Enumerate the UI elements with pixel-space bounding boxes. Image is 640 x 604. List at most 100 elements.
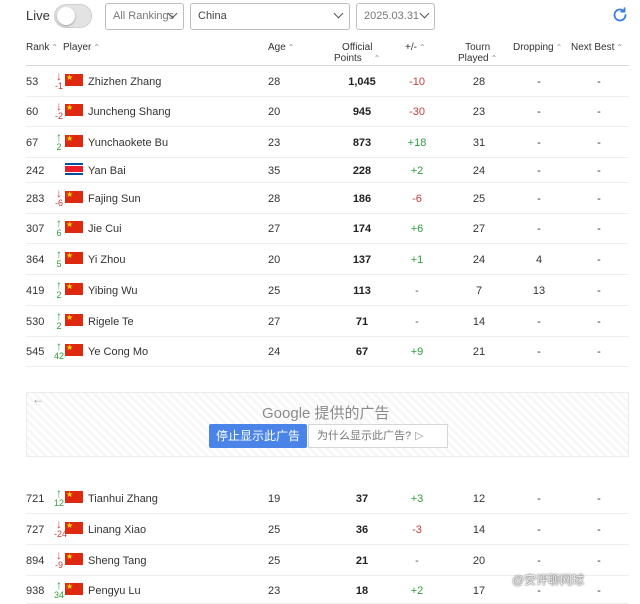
header-points-line2: Points [334, 53, 362, 64]
player-name[interactable]: Tianhui Zhang [88, 493, 158, 505]
player-name[interactable]: Yibing Wu [88, 285, 138, 297]
header-rank-label: Rank [26, 42, 50, 53]
rank-change: ↓ -24 [54, 518, 67, 539]
header-rank[interactable]: Rank ⌃ [26, 42, 58, 53]
player-name[interactable]: Jie Cui [88, 223, 122, 235]
age-value: 23 [268, 137, 281, 149]
rank-value: 727 [26, 524, 45, 536]
header-player[interactable]: Player ⌃ [63, 42, 100, 53]
filter-bar: Live All Rankings China 2025.03.31 [0, 0, 640, 34]
official-points: 21 [355, 555, 369, 567]
header-age[interactable]: Age ⌃ [268, 42, 295, 53]
tournaments-played: 24 [472, 254, 486, 266]
header-points-line1: Official [342, 42, 373, 53]
live-label: Live [26, 8, 50, 23]
table-row[interactable]: 60 ↓ -2 ★ Juncheng Shang 20 945 -30 23 - - [26, 97, 629, 127]
player-name[interactable]: Yunchaokete Bu [88, 137, 168, 149]
player-name[interactable]: Juncheng Shang [88, 106, 171, 118]
official-points: 186 [352, 193, 372, 205]
china-flag-icon: ★ [65, 191, 83, 203]
dropping-value: - [537, 76, 541, 88]
tournaments-played: 17 [472, 585, 486, 597]
tournaments-played: 20 [472, 555, 486, 567]
china-flag-icon: ★ [65, 583, 83, 595]
official-points: 1,045 [348, 76, 376, 88]
age-value: 35 [268, 165, 281, 177]
rank-value: 242 [26, 165, 45, 177]
tournaments-played: 21 [472, 346, 486, 358]
star-icon: ★ [66, 521, 74, 530]
rank-change: ↑ 2 [54, 131, 64, 152]
country-select[interactable]: China [190, 3, 350, 30]
points-delta: +18 [407, 137, 427, 149]
age-value: 25 [268, 524, 281, 536]
table-row[interactable]: 364 ↑ 5 ★ Yi Zhou 20 137 +1 24 4 - [26, 245, 629, 275]
dropping-value: - [537, 223, 541, 235]
dropping-value: 13 [532, 285, 546, 297]
table-row[interactable]: 67 ↑ 2 ★ Yunchaokete Bu 23 873 +18 31 - - [26, 128, 629, 158]
rank-value: 721 [26, 493, 45, 505]
player-name[interactable]: Ye Cong Mo [88, 346, 148, 358]
tournaments-played: 14 [472, 524, 486, 536]
refresh-icon[interactable] [611, 6, 629, 24]
north-korea-flag-icon [65, 163, 83, 175]
table-row[interactable]: 530 ↑ 2 ★ Rigele Te 27 71 - 14 - - [26, 307, 629, 337]
table-row[interactable]: 721 ↑ 12 ★ Tianhui Zhang 19 37 +3 12 - - [26, 484, 629, 514]
age-value: 24 [268, 346, 281, 358]
watermark: @安评聊网球 [512, 573, 585, 587]
player-name[interactable]: Rigele Te [88, 316, 134, 328]
rank-change: ↑ 6 [54, 217, 64, 238]
rankings-select-value: All Rankings [113, 10, 175, 22]
rank-value: 419 [26, 285, 45, 297]
stop-ad-button[interactable]: 停止显示此广告 [209, 424, 307, 448]
china-flag-icon: ★ [65, 221, 83, 233]
next-best-value: - [597, 555, 601, 567]
chevron-down-icon [419, 8, 430, 19]
china-flag-icon: ★ [65, 74, 83, 86]
header-next-best[interactable]: Next Best ⌃ [571, 42, 623, 53]
table-row[interactable]: 419 ↑ 2 ★ Yibing Wu 25 113 - 7 13 - [26, 276, 629, 306]
table-row[interactable]: 727 ↓ -24 ★ Linang Xiao 25 36 -3 14 - - [26, 515, 629, 545]
dropping-value: - [537, 193, 541, 205]
live-toggle[interactable] [54, 4, 92, 28]
table-row[interactable]: 53 ↓ -1 ★ Zhizhen Zhang 28 1,045 -10 28 - - [26, 67, 629, 97]
player-name[interactable]: Sheng Tang [88, 555, 147, 567]
rankings-select[interactable]: All Rankings [105, 3, 184, 30]
china-flag-icon: ★ [65, 104, 83, 116]
toggle-knob [57, 7, 75, 25]
tournaments-played: 12 [472, 493, 486, 505]
china-flag-icon: ★ [65, 135, 83, 147]
header-official-points[interactable]: Official Points ⌃ [334, 42, 381, 64]
next-best-value: - [597, 493, 601, 505]
date-select[interactable]: 2025.03.31 [356, 3, 435, 30]
table-row[interactable]: 242 Yan Bai 35 228 +2 24 - - [26, 159, 629, 183]
header-delta[interactable]: +/- ⌃ [405, 42, 426, 53]
next-best-value: - [597, 346, 601, 358]
official-points: 37 [355, 493, 369, 505]
dropping-value: - [537, 346, 541, 358]
table-row[interactable]: 545 ↑ 42 ★ Ye Cong Mo 24 67 +9 21 - - [26, 337, 629, 367]
official-points: 228 [352, 165, 372, 177]
rank-value: 53 [26, 76, 39, 88]
star-icon: ★ [66, 73, 74, 82]
player-name[interactable]: Pengyu Lu [88, 585, 141, 597]
sort-icon: ⌃ [418, 43, 426, 52]
table-row[interactable]: 307 ↑ 6 ★ Jie Cui 27 174 +6 27 - - [26, 214, 629, 244]
rank-change: ↑ 2 [54, 279, 64, 300]
back-arrow-icon[interactable]: ← [32, 392, 44, 406]
star-icon: ★ [66, 490, 74, 499]
player-name[interactable]: Fajing Sun [88, 193, 141, 205]
header-tournaments-played[interactable]: Tourn Played ⌃ [458, 42, 497, 64]
header-dropping[interactable]: Dropping ⌃ [513, 42, 562, 53]
tournaments-played: 24 [472, 165, 486, 177]
age-value: 19 [268, 493, 281, 505]
player-name[interactable]: Linang Xiao [88, 524, 146, 536]
player-name[interactable]: Zhizhen Zhang [88, 76, 161, 88]
table-row[interactable]: 283 ↓ -6 ★ Fajing Sun 28 186 -6 25 - - [26, 184, 629, 214]
why-ad-button[interactable]: 为什么显示此广告? ▷ [308, 424, 448, 448]
rank-change: ↑ 12 [54, 487, 64, 508]
dropping-value: - [537, 106, 541, 118]
player-name[interactable]: Yi Zhou [88, 254, 126, 266]
points-delta: -3 [412, 524, 422, 536]
player-name[interactable]: Yan Bai [88, 165, 126, 177]
